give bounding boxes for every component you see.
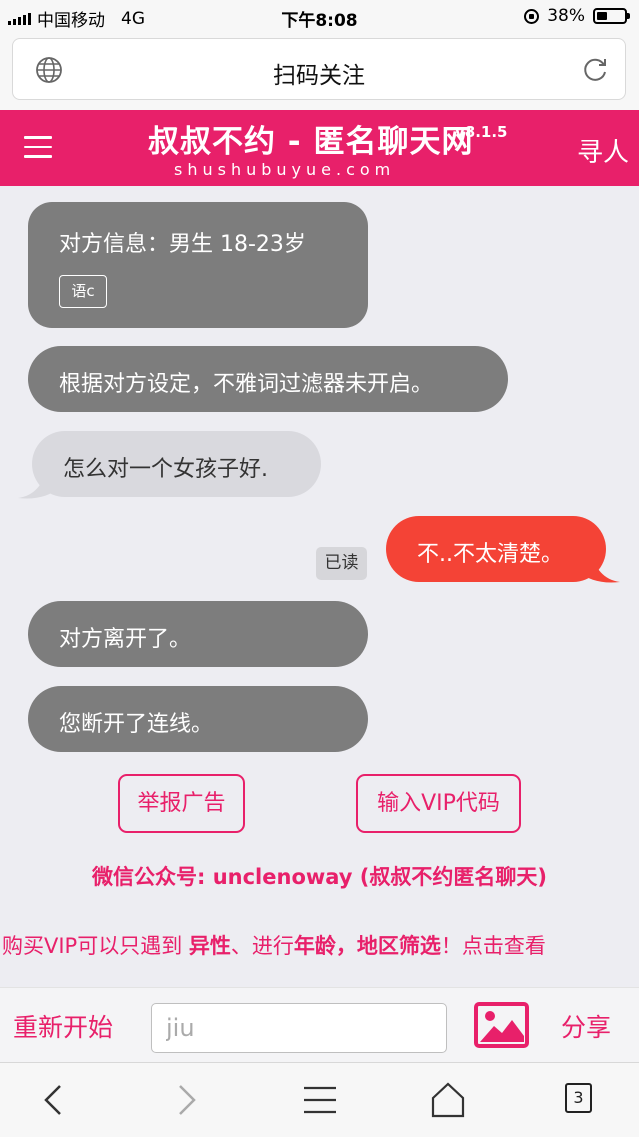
site-title: 叔叔不约 - 匿名聊天网 [148, 124, 474, 160]
outgoing-message-bubble: 不..不太清楚。 [386, 516, 606, 582]
browser-address-bar: 扫码关注 [0, 34, 639, 110]
disconnected-bubble: 您断开了连线。 [28, 686, 368, 752]
share-button[interactable]: 分享 [561, 1008, 611, 1044]
report-ad-button[interactable]: 举报广告 [118, 774, 245, 833]
message-input[interactable] [151, 1003, 447, 1053]
incoming-message-bubble: 怎么对一个女孩子好. [32, 431, 321, 497]
site-domain: shushubuyue.com [174, 160, 396, 179]
lang-badge: 语c [59, 275, 107, 308]
forward-icon[interactable] [166, 1080, 206, 1120]
reload-icon[interactable] [581, 56, 609, 84]
restart-button[interactable]: 重新开始 [13, 1008, 113, 1044]
partner-left-bubble: 对方离开了。 [28, 601, 368, 667]
vip-code-button[interactable]: 输入VIP代码 [356, 774, 521, 833]
home-icon[interactable] [428, 1080, 468, 1120]
status-bar: 中国移动 4G 下午8:08 38% [0, 0, 639, 34]
chat-input-bar: 重新开始 分享 [0, 987, 639, 1063]
battery-icon [593, 8, 630, 24]
address-field[interactable]: 扫码关注 [12, 38, 626, 100]
site-header: 叔叔不约 - 匿名聊天网 v8.1.5 shushubuyue.com 寻人 [0, 110, 639, 186]
read-receipt: 已读 [316, 547, 367, 580]
promo-bold-2: 年龄，地区筛选 [293, 934, 441, 958]
image-upload-icon[interactable] [474, 1002, 529, 1048]
find-people-button[interactable]: 寻人 [577, 132, 629, 169]
promo-text-3: ！点击查看 [440, 934, 546, 958]
wechat-account-line: 微信公众号: unclenoway (叔叔不约匿名聊天) [92, 865, 547, 889]
browser-toolbar: 3 [0, 1062, 639, 1137]
page-title: 扫码关注 [273, 63, 365, 89]
filter-notice-bubble: 根据对方设定，不雅词过滤器未开启。 [28, 346, 508, 412]
partner-info-text: 对方信息：男生 18-23岁 [59, 232, 306, 257]
vip-promo-link[interactable]: 购买VIP可以只遇到 异性、进行年龄，地区筛选！点击查看 [2, 930, 546, 960]
hamburger-menu-icon[interactable] [24, 136, 52, 158]
back-icon[interactable] [34, 1080, 74, 1120]
partner-info-bubble: 对方信息：男生 18-23岁 语c [28, 202, 368, 328]
version-label: v8.1.5 [455, 123, 508, 141]
orientation-lock-icon [524, 8, 540, 24]
battery-percent: 38% [547, 6, 585, 26]
menu-icon[interactable] [300, 1080, 340, 1120]
promo-text-1: 购买VIP可以只遇到 [2, 934, 189, 958]
tabs-count-button[interactable]: 3 [565, 1083, 592, 1113]
promo-text-2: 、进行 [230, 934, 294, 958]
promo-bold-1: 异性 [188, 934, 231, 958]
